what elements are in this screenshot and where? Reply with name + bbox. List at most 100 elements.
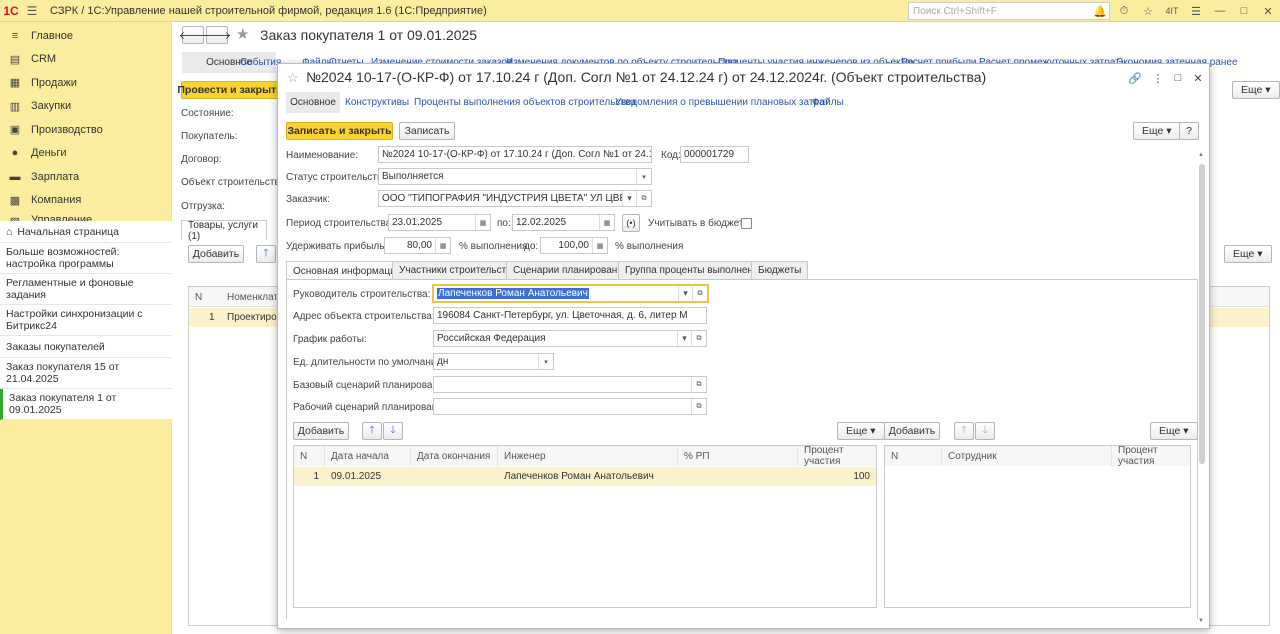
col-pct: Процент участия: [798, 445, 876, 467]
close-icon[interactable]: ✕: [1256, 5, 1280, 18]
open-icon[interactable]: ⧉: [636, 191, 651, 206]
period-to-field[interactable]: 12.02.2025 ▦: [512, 214, 615, 231]
calculator-icon[interactable]: ▦: [592, 238, 607, 253]
maximize-icon[interactable]: □: [1170, 70, 1186, 86]
post-close-button[interactable]: Провести и закрыть: [177, 81, 283, 99]
subtab-main-info[interactable]: Основная информация: [286, 261, 409, 280]
down-button[interactable]: 🡓: [383, 422, 403, 440]
star-icon[interactable]: ☆: [1136, 5, 1160, 18]
tab-completion-pct[interactable]: Проценты выполнения объектов строительст…: [414, 97, 636, 108]
subtab-participants[interactable]: Участники строительства: [392, 261, 524, 279]
nav-order-1[interactable]: Заказ покупателя 1 от 09.01.2025: [0, 389, 172, 420]
more-goods-button[interactable]: Еще ▾: [1224, 245, 1272, 263]
chevron-down-icon[interactable]: ▾: [622, 191, 636, 206]
section-salary[interactable]: ▬ Зарплата: [0, 165, 171, 189]
open-icon[interactable]: ⧉: [691, 331, 706, 346]
more-button[interactable]: Еще ▾: [1133, 122, 1181, 140]
chevron-down-icon[interactable]: ▾: [636, 169, 651, 184]
subtab-scenarios[interactable]: Сценарии планирования: [506, 261, 636, 279]
chevron-down-icon[interactable]: ▾: [677, 331, 691, 346]
more-button[interactable]: Еще ▾: [1232, 81, 1280, 99]
schedule-field[interactable]: Российская Федерация ▾ ⧉: [433, 330, 707, 347]
coin-icon: ●: [11, 147, 19, 160]
back-button[interactable]: 🡐: [179, 26, 207, 44]
help-button[interactable]: ?: [1179, 122, 1199, 140]
subtab-pct-group[interactable]: Группа проценты выполнения: [618, 261, 771, 279]
address-field[interactable]: 196084 Санкт-Петербург, ул. Цветочная, д…: [433, 307, 707, 324]
section-company[interactable]: ▩ Компания: [0, 189, 171, 213]
manager-field[interactable]: Лапеченков Роман Анатольевич ▾ ⧉: [432, 284, 709, 303]
chevron-down-icon[interactable]: ▾: [538, 354, 553, 369]
section-sales[interactable]: ▦ Продажи: [0, 71, 171, 95]
history-icon[interactable]: ⏱: [1112, 5, 1136, 18]
favorite-star-icon[interactable]: ★: [236, 25, 249, 43]
name-field[interactable]: №2024 10-17-(О-КР-Ф) от 17.10.24 г (Доп.…: [378, 146, 652, 163]
tab-main[interactable]: Основное: [286, 92, 340, 113]
chevron-down-icon[interactable]: ▾: [678, 286, 692, 301]
calculator-icon[interactable]: ▦: [435, 238, 450, 253]
customer-field[interactable]: ООО "ТИПОГРАФИЯ "ИНДУСТРИЯ ЦВЕТА" УЛ ЦВЕ…: [378, 190, 652, 207]
budget-checkbox[interactable]: [741, 218, 752, 229]
tab-goods[interactable]: Товары, услуги (1): [181, 220, 267, 242]
profit-to-field[interactable]: 100,00 ▦: [540, 237, 608, 254]
maximize-icon[interactable]: □: [1232, 5, 1256, 17]
app-title: СЗРК / 1С:Управление нашей строительной …: [50, 4, 487, 17]
more-left-button[interactable]: Еще ▾: [837, 422, 885, 440]
profit-from-field[interactable]: 80,00 ▦: [384, 237, 451, 254]
section-purchases[interactable]: ▥ Закупки: [0, 95, 171, 119]
section-crm[interactable]: ▤ CRM: [0, 48, 171, 72]
open-icon[interactable]: ⧉: [691, 399, 706, 414]
open-icon[interactable]: ⧉: [692, 286, 707, 301]
code-field[interactable]: 000001729: [680, 146, 749, 163]
section-main[interactable]: ≡ Главное: [0, 24, 171, 48]
link-icon[interactable]: 🔗: [1127, 70, 1143, 86]
section-production[interactable]: ▣ Производство: [0, 118, 171, 142]
favorite-star-icon[interactable]: ☆: [287, 70, 299, 86]
nav-more-features[interactable]: Больше возможностей: настройка программы: [0, 243, 172, 274]
work-scenario-field[interactable]: ⧉: [433, 398, 707, 415]
tab-cost-notifications[interactable]: Уведомления о превышении плановых затрат: [615, 97, 829, 108]
menu-icon[interactable]: ☰: [22, 0, 42, 22]
tab-files[interactable]: Файлы: [812, 97, 844, 108]
unit-select[interactable]: дн ▾: [433, 353, 554, 370]
nav-order-15[interactable]: Заказ покупателя 15 от 21.04.2025: [0, 358, 172, 389]
section-money[interactable]: ● Деньги: [0, 142, 171, 166]
more-right-button[interactable]: Еще ▾: [1150, 422, 1198, 440]
menu-dots-icon[interactable]: ⋮: [1150, 70, 1166, 86]
tab-constructives[interactable]: Конструктивы: [345, 97, 409, 108]
nav-scheduled-jobs[interactable]: Регламентные и фоновые задания: [0, 274, 172, 305]
up-button[interactable]: 🡑: [954, 422, 974, 440]
save-button[interactable]: Записать: [399, 122, 455, 140]
subtab-budgets[interactable]: Бюджеты: [751, 261, 809, 279]
open-icon[interactable]: ⧉: [691, 377, 706, 392]
up-button[interactable]: 🡑: [256, 245, 276, 263]
base-scenario-field[interactable]: ⧉: [433, 376, 707, 393]
add-goods-button[interactable]: Добавить: [188, 245, 244, 263]
calendar-icon[interactable]: ▦: [475, 215, 490, 230]
bell-icon[interactable]: 🔔: [1088, 5, 1112, 18]
calendar-icon[interactable]: ▦: [599, 215, 614, 230]
nav-orders[interactable]: Заказы покупателей: [0, 336, 172, 358]
minimize-icon[interactable]: —: [1208, 5, 1232, 17]
forward-button[interactable]: 🡒: [203, 26, 231, 44]
nav-bitrix-sync[interactable]: Настройки синхронизации с Битрикс24: [0, 305, 172, 336]
down-button[interactable]: 🡓: [975, 422, 995, 440]
scrollbar[interactable]: ▲ ▼: [1198, 152, 1205, 624]
add-left-button[interactable]: Добавить: [293, 422, 349, 440]
nav-home[interactable]: ⌂ Начальная страница: [0, 221, 172, 243]
status-select[interactable]: Выполняется ▾: [378, 168, 652, 185]
up-button[interactable]: 🡑: [362, 422, 382, 440]
settings-icon[interactable]: ☰: [1184, 5, 1208, 18]
budget-label: Учитывать в бюджете:: [648, 218, 752, 229]
save-close-button[interactable]: Записать и закрыть: [286, 122, 393, 140]
address-label: Адрес объекта строительства:: [293, 311, 435, 322]
add-right-button[interactable]: Добавить: [884, 422, 940, 440]
period-from-field[interactable]: 23.01.2025 ▦: [388, 214, 491, 231]
tab-events[interactable]: События: [240, 57, 281, 68]
search-input[interactable]: Поиск Ctrl+Shift+F ⌕: [908, 2, 1110, 20]
name-label: Наименование:: [286, 150, 359, 161]
object-dialog: ☆ №2024 10-17-(О-КР-Ф) от 17.10.24 г (До…: [277, 63, 1210, 629]
period-select-button[interactable]: (•): [622, 214, 640, 232]
close-icon[interactable]: ✕: [1190, 70, 1206, 86]
user-name[interactable]: 4IT: [1160, 6, 1184, 16]
